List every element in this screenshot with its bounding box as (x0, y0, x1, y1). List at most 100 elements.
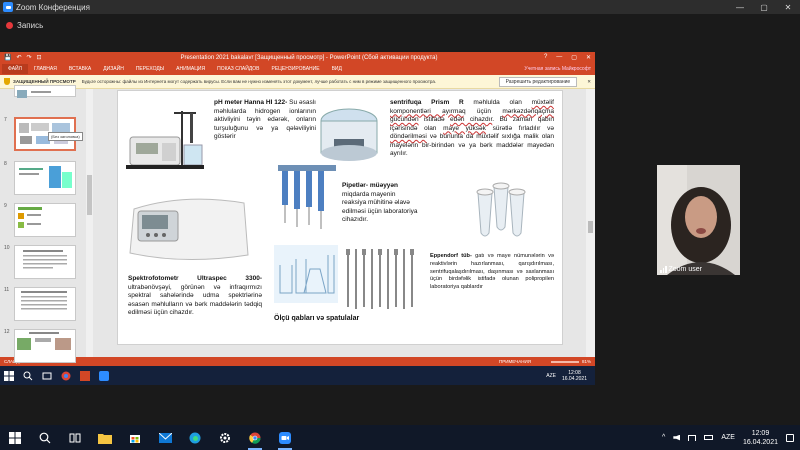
protected-view-label: ЗАЩИЩЕННЫЙ ПРОСМОТР (13, 79, 76, 84)
shared-screen: 💾 ↶ ↷ ⊡ Presentation 2021 bakalavr [Защи… (0, 52, 595, 385)
slide-number: 8 (4, 161, 7, 167)
start-button[interactable] (0, 425, 30, 450)
edge-button[interactable] (180, 425, 210, 450)
folder-icon (98, 433, 112, 444)
participant-video[interactable]: Zoom user (657, 165, 740, 275)
account-link[interactable]: Учетная запись Майкрософт (518, 66, 595, 72)
tab-file[interactable]: ФАЙЛ (2, 64, 28, 74)
undo-icon[interactable]: ↶ (16, 54, 21, 61)
task-view-button[interactable] (60, 425, 90, 450)
slide-thumbnail[interactable] (14, 245, 76, 279)
pp-minimize-button[interactable]: — (556, 54, 562, 61)
search-icon (39, 432, 51, 443)
ph-meter-image (126, 111, 204, 169)
slideshow-icon[interactable]: ⊡ (37, 54, 42, 61)
taskbar-clock[interactable]: 12:09 16.04.2021 (743, 429, 778, 447)
tab-animation[interactable]: АНИМАЦИЯ (170, 66, 211, 72)
powerpoint-title-bar: 💾 ↶ ↷ ⊡ Presentation 2021 bakalavr [Защи… (0, 52, 595, 63)
windows-taskbar: ^ AZE 12:09 16.04.2021 (0, 425, 800, 450)
keyboard-language[interactable]: AZE (721, 434, 735, 441)
battery-icon[interactable] (704, 435, 714, 440)
signal-icon (660, 266, 667, 273)
powerpoint-status-bar: СЛАЙД 7 ИЗ 17 РУССКИЙ ПРИМЕЧАНИЯ 81% (0, 357, 595, 366)
edge-icon (189, 432, 201, 443)
notification-icon[interactable] (786, 433, 794, 442)
settings-button[interactable] (210, 425, 240, 450)
spectro-title: Spektrofotometr Ultraspec 3300- (128, 275, 262, 282)
centrifuge-desc-part: sürətlə fırladılır və (492, 124, 555, 132)
protected-view-bar: ЗАЩИЩЕННЫЙ ПРОСМОТР Будьте осторожны: фа… (0, 75, 595, 89)
shared-lang: AZE (546, 372, 556, 379)
slide-thumbnail[interactable] (14, 329, 76, 363)
document-title: Presentation 2021 bakalavr [Защищенный п… (180, 54, 438, 61)
help-button[interactable]: ? (544, 54, 547, 61)
tab-transitions[interactable]: ПЕРЕХОДЫ (130, 66, 170, 72)
zoom-taskbar-button[interactable] (270, 425, 300, 450)
recording-indicator[interactable]: Запись (6, 21, 43, 30)
slide-thumbnail-pane: 7 (Без заголовка) 8 9 10 11 12 (0, 85, 86, 363)
mail-icon (158, 432, 172, 443)
tab-design[interactable]: ДИЗАЙН (97, 66, 130, 72)
pipette-title: Pipetlər- (342, 182, 369, 189)
shared-tray: AZE 12:08 16.04.2021 (546, 370, 595, 382)
speaker-icon[interactable] (673, 434, 681, 441)
search-button[interactable] (30, 425, 60, 450)
spectro-desc: ultrabənövşəyi, görünən və infraqırmızı … (128, 283, 262, 317)
tab-review[interactable]: РЕЦЕНЗИРОВАНИЕ (265, 66, 325, 72)
zoom-slider-icon[interactable] (550, 360, 579, 363)
slide-canvas: pH meter Hanna HI 122- Su əsaslı məhlula… (117, 90, 563, 345)
powerpoint-workspace: 7 (Без заголовка) 8 9 10 11 12 pH meter … (0, 85, 595, 363)
slide-thumbnail[interactable] (14, 85, 76, 98)
task-view-icon (69, 433, 81, 442)
task-view-icon (42, 372, 52, 379)
ph-meter-title: pH meter Hanna HI 122- (214, 99, 288, 106)
centrifuge-text: sentrifuqa Prism R məhlulda olan müxtəli… (390, 99, 554, 159)
spectro-text: Spektrofotometr Ultraspec 3300- ultrabən… (128, 275, 262, 318)
spatulas-image (346, 249, 414, 309)
notes-button[interactable]: ПРИМЕЧАНИЯ (499, 359, 531, 364)
show-hidden-icons-button[interactable]: ^ (662, 434, 665, 441)
zoom-logo-icon (3, 2, 13, 12)
pipette-desc: miqdarda mayenin reaksiya mühitinə əlavə… (342, 190, 418, 224)
enable-editing-button[interactable]: Разрешить редактирование (498, 76, 578, 87)
save-icon[interactable]: 💾 (4, 54, 11, 61)
slide-thumbnail[interactable] (14, 287, 76, 321)
store-button[interactable] (120, 425, 150, 450)
slide-scrollbar[interactable] (586, 89, 595, 357)
file-explorer-button[interactable] (90, 425, 120, 450)
centrifuge-title: sentrifuqa Prism R (390, 99, 464, 106)
close-bar-icon[interactable]: ✕ (587, 79, 591, 85)
pp-maximize-button[interactable]: ▢ (571, 54, 577, 61)
shared-date: 16.04.2021 (561, 375, 587, 382)
pipettes-image (278, 165, 336, 229)
slide-number: 10 (4, 245, 10, 251)
eppendorf-tubes-image (476, 182, 526, 237)
shield-icon (4, 78, 10, 85)
window-title: Zoom Конференция (16, 2, 90, 12)
participant-name: Zoom user (668, 266, 702, 273)
zoom-title-bar: Zoom Конференция — ▢ ✕ (0, 0, 800, 14)
zoom-control[interactable]: 81% (550, 359, 591, 364)
pipette-title-2: müəyyən (369, 182, 399, 189)
close-button[interactable]: ✕ (776, 3, 800, 12)
redo-icon[interactable]: ↷ (27, 54, 32, 61)
chrome-button[interactable] (240, 425, 270, 450)
pipette-text: Pipetlər- müəyyən miqdarda mayenin reaks… (342, 182, 418, 225)
slide-thumbnail[interactable] (14, 161, 76, 195)
mail-button[interactable] (150, 425, 180, 450)
tab-view[interactable]: ВИД (326, 66, 348, 72)
maximize-button[interactable]: ▢ (752, 3, 776, 12)
slide-number: 12 (4, 329, 10, 335)
taskbar-date: 16.04.2021 (742, 438, 778, 446)
thumbnail-scrollbar[interactable] (86, 89, 93, 357)
pp-close-button[interactable]: ✕ (586, 54, 591, 61)
thumbnail-tooltip: (Без заголовка) (48, 132, 83, 141)
participant-name-label: Zoom user (660, 266, 702, 273)
tab-insert[interactable]: ВСТАВКА (63, 66, 97, 72)
network-icon[interactable] (688, 434, 697, 441)
tab-home[interactable]: ГЛАВНАЯ (28, 66, 63, 72)
eppendorf-title: Eppendorf tüb- (430, 253, 472, 259)
slide-thumbnail[interactable] (14, 203, 76, 237)
minimize-button[interactable]: — (728, 3, 752, 12)
tab-slideshow[interactable]: ПОКАЗ СЛАЙДОВ (211, 66, 265, 72)
